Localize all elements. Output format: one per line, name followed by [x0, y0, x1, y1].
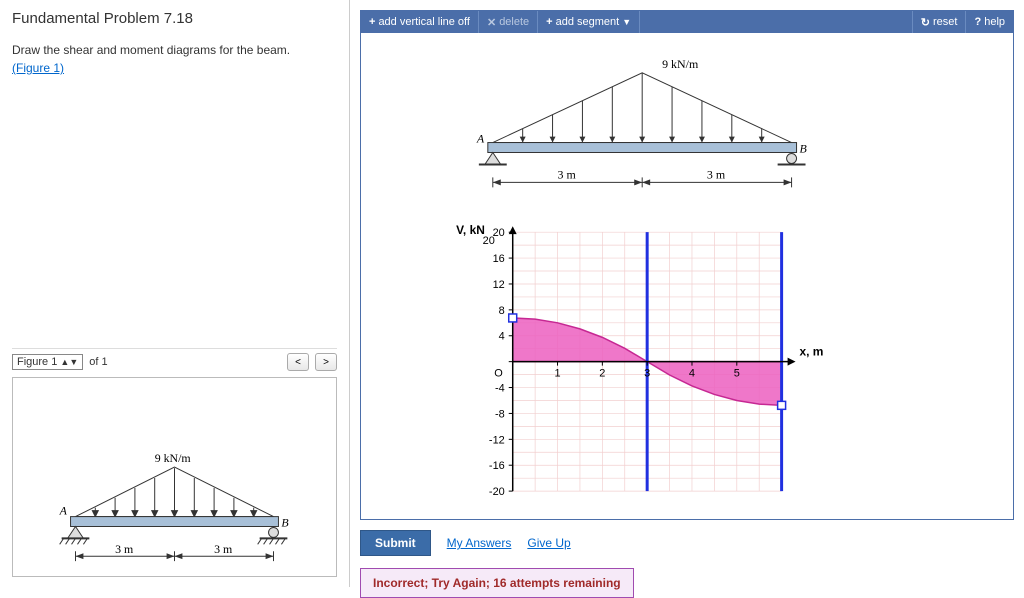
- x-icon: ✕: [487, 16, 496, 29]
- svg-text:-8: -8: [495, 408, 505, 420]
- svg-text:12: 12: [493, 279, 505, 291]
- svg-text:4: 4: [689, 368, 695, 380]
- svg-text:-16: -16: [489, 460, 505, 472]
- svg-text:9 kN/m: 9 kN/m: [662, 57, 699, 71]
- help-button[interactable]: ?help: [965, 11, 1013, 33]
- plus-icon: +: [369, 16, 375, 28]
- svg-text:1: 1: [554, 368, 560, 380]
- svg-text:8: 8: [499, 305, 505, 317]
- svg-text:-4: -4: [495, 383, 505, 395]
- svg-text:x, m: x, m: [800, 345, 824, 359]
- figure-nav: Figure 1 ▲▼ of 1 < >: [12, 348, 337, 371]
- figure-next-button[interactable]: >: [315, 353, 337, 371]
- figure-prev-button[interactable]: <: [287, 353, 309, 371]
- give-up-link[interactable]: Give Up: [527, 536, 570, 550]
- chevron-down-icon: ▼: [622, 17, 631, 27]
- left-panel: Fundamental Problem 7.18 Draw the shear …: [0, 0, 350, 587]
- graph-area[interactable]: 9 kN/mAB3 m3 m20161284-4-8-12-16-20O1234…: [361, 33, 1013, 519]
- figure-select[interactable]: Figure 1 ▲▼: [12, 354, 83, 370]
- thumb-point-a: A: [59, 504, 68, 518]
- figure-count: of 1: [89, 356, 107, 368]
- help-icon: ?: [974, 16, 981, 28]
- svg-text:-20: -20: [489, 486, 505, 498]
- svg-text:O: O: [494, 368, 503, 380]
- feedback-message: Incorrect; Try Again; 16 attempts remain…: [360, 568, 634, 598]
- thumb-load-label: 9 kN/m: [155, 451, 192, 465]
- thumb-point-b: B: [281, 516, 288, 530]
- problem-title: Fundamental Problem 7.18: [12, 10, 337, 27]
- svg-text:-12: -12: [489, 434, 505, 446]
- submit-button[interactable]: Submit: [360, 530, 431, 556]
- problem-description: Draw the shear and moment diagrams for t…: [12, 43, 337, 57]
- add-segment-button[interactable]: +add segment ▼: [538, 11, 640, 33]
- plot-toolbar: +add vertical line off ✕delete +add segm…: [361, 11, 1013, 33]
- svg-text:3: 3: [644, 368, 650, 380]
- delete-button[interactable]: ✕delete: [479, 11, 538, 33]
- plot-editor: +add vertical line off ✕delete +add segm…: [360, 10, 1014, 520]
- reset-button[interactable]: ↻reset: [912, 11, 966, 33]
- my-answers-link[interactable]: My Answers: [447, 536, 512, 550]
- plus-icon: +: [546, 16, 552, 28]
- reset-icon: ↻: [921, 16, 930, 29]
- add-vertical-line-button[interactable]: +add vertical line off: [361, 11, 479, 33]
- svg-text:3 m: 3 m: [707, 167, 726, 181]
- svg-text:3 m: 3 m: [558, 167, 577, 181]
- svg-text:4: 4: [499, 331, 505, 343]
- svg-text:16: 16: [493, 253, 505, 265]
- svg-text:B: B: [800, 142, 808, 156]
- svg-text:A: A: [476, 132, 485, 146]
- svg-text:2: 2: [599, 368, 605, 380]
- svg-text:V, kN: V, kN: [456, 223, 485, 237]
- svg-text:20: 20: [483, 235, 495, 247]
- thumb-span-right: 3 m: [214, 542, 233, 556]
- right-panel: +add vertical line off ✕delete +add segm…: [350, 0, 1024, 587]
- thumb-span-left: 3 m: [115, 542, 134, 556]
- figure-link[interactable]: (Figure 1): [12, 61, 337, 75]
- svg-text:5: 5: [734, 368, 740, 380]
- figure-1-thumbnail: 9 kN/m A B 3 m 3 m: [12, 377, 337, 577]
